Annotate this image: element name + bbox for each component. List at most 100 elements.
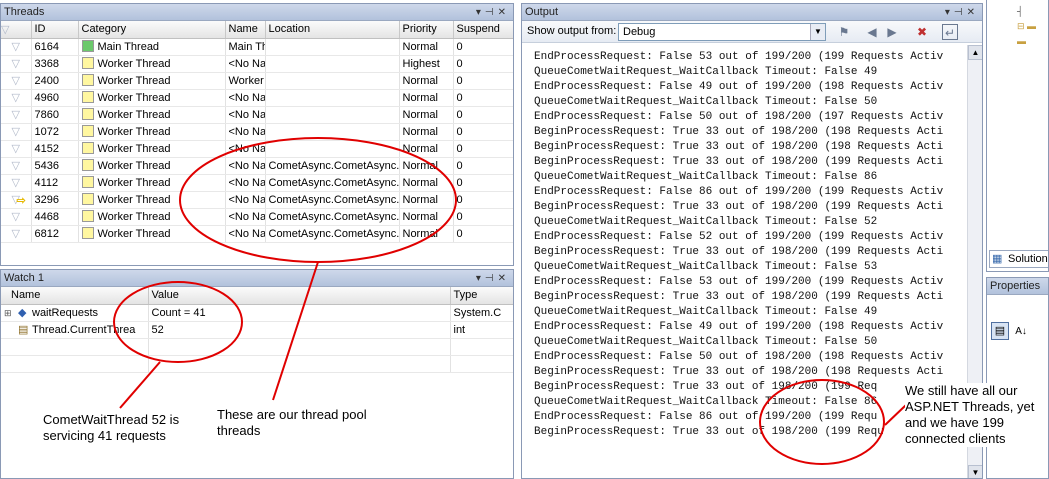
- column-header[interactable]: Category: [78, 21, 226, 39]
- pin-icon[interactable]: ⊣: [485, 273, 498, 284]
- find-message-icon[interactable]: ⚑: [836, 24, 852, 40]
- thread-location: [265, 72, 400, 90]
- thread-row[interactable]: ▽ 4960 Worker Thread <No Na Normal 0: [1, 89, 513, 107]
- output-line: QueueCometWaitRequest_WaitCallback Timeo…: [534, 66, 878, 78]
- thread-id: 4960: [31, 89, 79, 107]
- thread-location: CometAsync.CometAsync.(: [265, 225, 400, 243]
- thread-row[interactable]: ▽ 6164 Main Thread Main Th Normal 0: [1, 38, 513, 56]
- flag-column-header[interactable]: ▽: [1, 21, 32, 39]
- word-wrap-icon[interactable]: ↵: [942, 24, 958, 40]
- column-header[interactable]: ID: [31, 21, 79, 39]
- output-line: QueueCometWaitRequest_WaitCallback Timeo…: [534, 171, 878, 183]
- previous-message-icon[interactable]: ◀: [864, 24, 880, 40]
- scroll-up-icon[interactable]: ▲: [968, 45, 982, 60]
- output-line: QueueCometWaitRequest_WaitCallback Timeo…: [534, 96, 878, 108]
- column-header[interactable]: Location: [265, 21, 400, 39]
- thread-location: [265, 55, 400, 73]
- output-line: BeginProcessRequest: True 33 out of 198/…: [534, 141, 944, 153]
- thread-row[interactable]: ▽ 4152 Worker Thread <No Na Normal 0: [1, 140, 513, 158]
- thread-row[interactable]: ▽ 4468 Worker Thread <No Na CometAsync.Comet…: [1, 208, 513, 226]
- flag-icon[interactable]: ▽: [1, 157, 32, 175]
- flag-icon[interactable]: ▽: [1, 38, 32, 56]
- close-icon[interactable]: ✕: [498, 7, 510, 18]
- pin-icon[interactable]: ⊣: [954, 7, 967, 18]
- thread-category: Worker Thread: [78, 123, 226, 141]
- show-output-label: Show output from:: [527, 25, 617, 37]
- column-header[interactable]: Name: [225, 21, 266, 39]
- thread-row[interactable]: ▽ 7860 Worker Thread <No Na Normal 0: [1, 106, 513, 124]
- thread-row[interactable]: ▽ 4112 Worker Thread <No Na CometAsync.Comet…: [1, 174, 513, 192]
- flag-icon[interactable]: ▽: [1, 225, 32, 243]
- close-icon[interactable]: ✕: [967, 7, 979, 18]
- thread-row[interactable]: ▽ 2400 Worker Thread Worker Normal 0: [1, 72, 513, 90]
- worker-thread-icon: [81, 57, 94, 69]
- flag-icon[interactable]: ▽: [1, 89, 32, 107]
- thread-row[interactable]: ▽ ⇨ 3296 Worker Thread <No Na CometAsync.Come…: [1, 191, 513, 209]
- output-line: EndProcessRequest: False 49 out of 199/2…: [534, 81, 944, 93]
- watch-titlebar: Watch 1 ▾⊣✕: [1, 270, 513, 287]
- column-header[interactable]: Type: [450, 287, 513, 305]
- solution-tab[interactable]: ▦ Solution: [989, 250, 1048, 268]
- output-line: BeginProcessRequest: True 33 out of 198/…: [534, 291, 944, 303]
- output-line: EndProcessRequest: False 53 out of 199/2…: [534, 276, 944, 288]
- pin-icon[interactable]: ⊣: [485, 7, 498, 18]
- flag-icon[interactable]: ▽: [1, 174, 32, 192]
- flag-icon[interactable]: ▽: [1, 72, 32, 90]
- watch-name: ⊞ ◆ waitRequests: [1, 304, 149, 322]
- categorized-icon[interactable]: ▤: [991, 322, 1009, 340]
- flag-icon[interactable]: ▽: [1, 106, 32, 124]
- thread-row[interactable]: ▽ 1072 Worker Thread <No Na Normal 0: [1, 123, 513, 141]
- thread-id-text: 5436: [34, 159, 59, 172]
- watch-empty-row[interactable]: [1, 355, 513, 373]
- thread-category: Worker Thread: [78, 174, 226, 192]
- next-message-icon[interactable]: ▶: [884, 24, 900, 40]
- thread-suspend: 0: [453, 191, 513, 209]
- expand-icon[interactable]: ⊞: [4, 308, 14, 319]
- thread-category-text: Worker Thread: [97, 211, 171, 223]
- thread-row[interactable]: ▽ 5436 Worker Thread <No Na CometAsync.Comet…: [1, 157, 513, 175]
- flag-icon[interactable]: ▽: [1, 208, 32, 226]
- watch-panel: Watch 1 ▾⊣✕ Name Value Type ⊞ ◆ waitRequests…: [0, 269, 514, 479]
- flag-icon[interactable]: ▽: [1, 140, 32, 158]
- output-line: QueueCometWaitRequest_WaitCallback Timeo…: [534, 396, 878, 408]
- thread-row[interactable]: ▽ 6812 Worker Thread <No Na CometAsync.Comet…: [1, 225, 513, 243]
- dropdown-icon[interactable]: ▾: [945, 7, 954, 18]
- threads-titlebar: Threads ▾⊣✕: [1, 4, 513, 21]
- watch-name-text: waitRequests: [32, 307, 99, 319]
- dropdown-icon[interactable]: ▾: [476, 7, 485, 18]
- output-source-select[interactable]: Debug ▼: [618, 23, 826, 41]
- column-header[interactable]: Priority: [399, 21, 454, 39]
- flag-icon[interactable]: ▽: [1, 123, 32, 141]
- thread-category: Main Thread: [78, 38, 226, 56]
- thread-location: CometAsync.CometAsync.(: [265, 191, 400, 209]
- thread-category-text: Worker Thread: [97, 194, 171, 206]
- column-header[interactable]: Value: [148, 287, 451, 305]
- thread-id: 2400: [31, 72, 79, 90]
- thread-location: CometAsync.CometAsync.(: [265, 208, 400, 226]
- clear-all-icon[interactable]: ✖: [914, 24, 930, 40]
- flag-icon[interactable]: ▽: [1, 55, 32, 73]
- watch-empty-row[interactable]: [1, 338, 513, 356]
- column-header[interactable]: Suspend: [453, 21, 513, 39]
- close-icon[interactable]: ✕: [498, 273, 510, 284]
- thread-category: Worker Thread: [78, 72, 226, 90]
- thread-category: Worker Thread: [78, 106, 226, 124]
- worker-thread-icon: [81, 125, 94, 137]
- thread-name: <No Na: [225, 123, 266, 141]
- thread-priority: Normal: [399, 123, 454, 141]
- thread-priority: Normal: [399, 208, 454, 226]
- scroll-down-icon[interactable]: ▼: [968, 465, 982, 478]
- watch-type: System.C: [450, 304, 513, 322]
- watch-row[interactable]: ⊞ ◆ waitRequests Count = 41 System.C: [1, 304, 513, 322]
- dropdown-icon[interactable]: ▾: [476, 273, 485, 284]
- thread-category-text: Worker Thread: [97, 126, 171, 138]
- thread-row[interactable]: ▽ 3368 Worker Thread <No Na Highest 0: [1, 55, 513, 73]
- watch-value: Count = 41: [148, 304, 451, 322]
- watch-row[interactable]: ▤ Thread.CurrentThrea 52 int: [1, 321, 513, 339]
- output-text-area[interactable]: EndProcessRequest: False 53 out of 199/2…: [534, 50, 943, 440]
- alphabetical-icon[interactable]: A↓: [1012, 323, 1030, 341]
- thread-suspend: 0: [453, 72, 513, 90]
- thread-priority: Normal: [399, 140, 454, 158]
- column-header[interactable]: Name: [1, 287, 149, 305]
- thread-category-text: Worker Thread: [97, 143, 171, 155]
